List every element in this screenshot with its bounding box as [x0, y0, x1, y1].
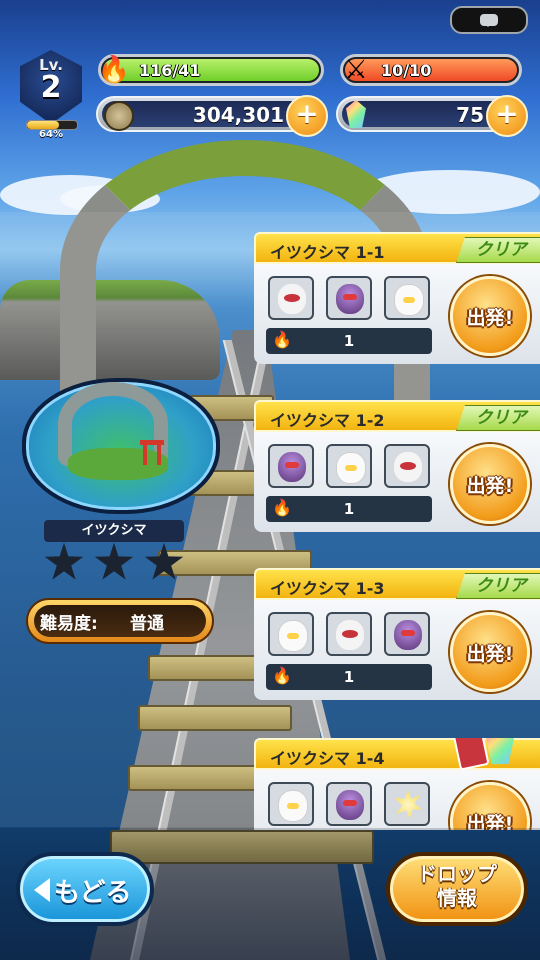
scroll-icon	[452, 738, 490, 771]
stamina-fill	[103, 59, 319, 81]
stamina-cost: 🔥 1	[266, 664, 432, 690]
torii-gate-icon	[140, 440, 164, 467]
stage-body: 🔥 1 出発!	[254, 600, 540, 700]
stage-title: イツクシマ 1-2	[270, 411, 385, 430]
difficulty-label: 難易度:	[40, 614, 98, 634]
stage-card: イツクシマ 1-4 出発!	[254, 738, 540, 830]
stamina-bar: 🔥 116/41	[98, 54, 324, 86]
start-label: 出発!	[466, 307, 514, 329]
star-icon	[44, 542, 84, 580]
map-stars	[44, 542, 184, 582]
purple-monster-icon	[278, 452, 306, 482]
clear-badge: クリア	[456, 237, 540, 263]
map-medallion	[22, 370, 220, 514]
start-label: 出発!	[466, 813, 514, 830]
stamina-cost-value: 1	[343, 668, 355, 686]
purple-monster-icon	[394, 620, 422, 650]
level-number: 2	[40, 70, 62, 105]
map-name: イツクシマ	[44, 520, 184, 542]
enemy-slot	[384, 444, 430, 488]
purple-monster-icon	[336, 790, 364, 820]
stage-card: イツクシマ 1-3 クリア 🔥 1 出発!	[254, 568, 540, 700]
stage-title: イツクシマ 1-1	[270, 243, 385, 262]
enemy-slot	[326, 444, 372, 488]
drop-info-button[interactable]: ドロップ 情報	[386, 852, 528, 926]
back-arrow-icon	[34, 878, 50, 902]
stamina-cost: 🔥 1	[266, 328, 432, 354]
chat-button[interactable]	[450, 6, 528, 34]
stamina-cost: 🔥 1	[266, 496, 432, 522]
enemy-slot	[268, 444, 314, 488]
star-icon	[144, 542, 184, 580]
back-label: もどる	[54, 878, 132, 908]
bat-monster-icon	[278, 284, 306, 314]
stage-header: イツクシマ 1-2 クリア	[254, 400, 540, 432]
enemy-slot	[268, 276, 314, 320]
stage-title: イツクシマ 1-4	[270, 749, 385, 768]
first-clear-bonus	[452, 738, 536, 771]
coin-icon	[104, 101, 134, 131]
gold-counter: 304,301 +	[96, 95, 328, 137]
enemy-slot	[384, 276, 430, 320]
purple-monster-icon	[336, 284, 364, 314]
stage-header: イツクシマ 1-3 クリア	[254, 568, 540, 600]
enemy-slot	[384, 612, 430, 656]
start-stage-button[interactable]: 出発!	[450, 276, 530, 356]
gold-value: 304,301	[192, 103, 284, 127]
stage-body: 🔥 1 出発!	[254, 432, 540, 532]
xp-percent: 64%	[39, 129, 63, 140]
drop-info-line1: ドロップ	[417, 862, 497, 886]
stage-card: イツクシマ 1-2 クリア 🔥 1 出発!	[254, 400, 540, 532]
cat-monster-icon	[278, 790, 308, 822]
enemy-slot	[268, 782, 314, 826]
gem-icon	[486, 738, 514, 764]
cat-monster-icon	[278, 620, 308, 652]
stage-body: 出発!	[254, 770, 540, 830]
gem-counter: 75 +	[336, 95, 528, 137]
add-gem-button[interactable]: +	[486, 95, 528, 137]
start-stage-button[interactable]: 出発!	[450, 612, 530, 692]
clear-badge: クリア	[456, 405, 540, 431]
stage-body: 🔥 1 出発!	[254, 264, 540, 364]
gem-value: 75	[456, 103, 484, 127]
enemy-slot	[326, 612, 372, 656]
enemy-slot	[326, 276, 372, 320]
stage-header: イツクシマ 1-1 クリア	[254, 232, 540, 264]
start-label: 出発!	[466, 475, 514, 497]
start-stage-button[interactable]: 出発!	[450, 782, 530, 830]
clear-badge: クリア	[456, 573, 540, 599]
ticket-text: 10/10	[381, 61, 432, 80]
back-button[interactable]: もどる	[16, 852, 154, 926]
add-gold-button[interactable]: +	[286, 95, 328, 137]
ticket-bar: ⚔ 10/10	[340, 54, 522, 86]
stamina-cost-value: 1	[343, 500, 355, 518]
bat-monster-icon	[394, 452, 422, 482]
enemy-slot	[384, 782, 430, 826]
stage-card: イツクシマ 1-1 クリア 🔥 1 出発!	[254, 232, 540, 364]
cat-monster-icon	[394, 284, 424, 316]
spiky-monster-icon	[394, 790, 422, 820]
stage-title: イツクシマ 1-3	[270, 579, 385, 598]
cat-monster-icon	[336, 452, 366, 484]
start-stage-button[interactable]: 出発!	[450, 444, 530, 524]
bat-monster-icon	[336, 620, 364, 650]
player-level-badge: Lv. 2 64%	[20, 50, 82, 140]
star-icon	[94, 542, 134, 580]
start-label: 出発!	[466, 643, 514, 665]
enemy-slot	[326, 782, 372, 826]
drop-info-line2: 情報	[437, 886, 477, 910]
chat-bubble-icon	[480, 14, 498, 27]
difficulty-selector[interactable]: 難易度: 普通	[26, 598, 214, 644]
difficulty-value: 普通	[130, 614, 164, 634]
xp-progress-fill	[27, 121, 59, 129]
stamina-text: 116/41	[139, 61, 201, 80]
ticket-icon: ⚔	[344, 55, 368, 85]
enemy-slot	[268, 612, 314, 656]
stamina-cost-value: 1	[343, 332, 355, 350]
flame-icon: 🔥	[97, 55, 131, 85]
